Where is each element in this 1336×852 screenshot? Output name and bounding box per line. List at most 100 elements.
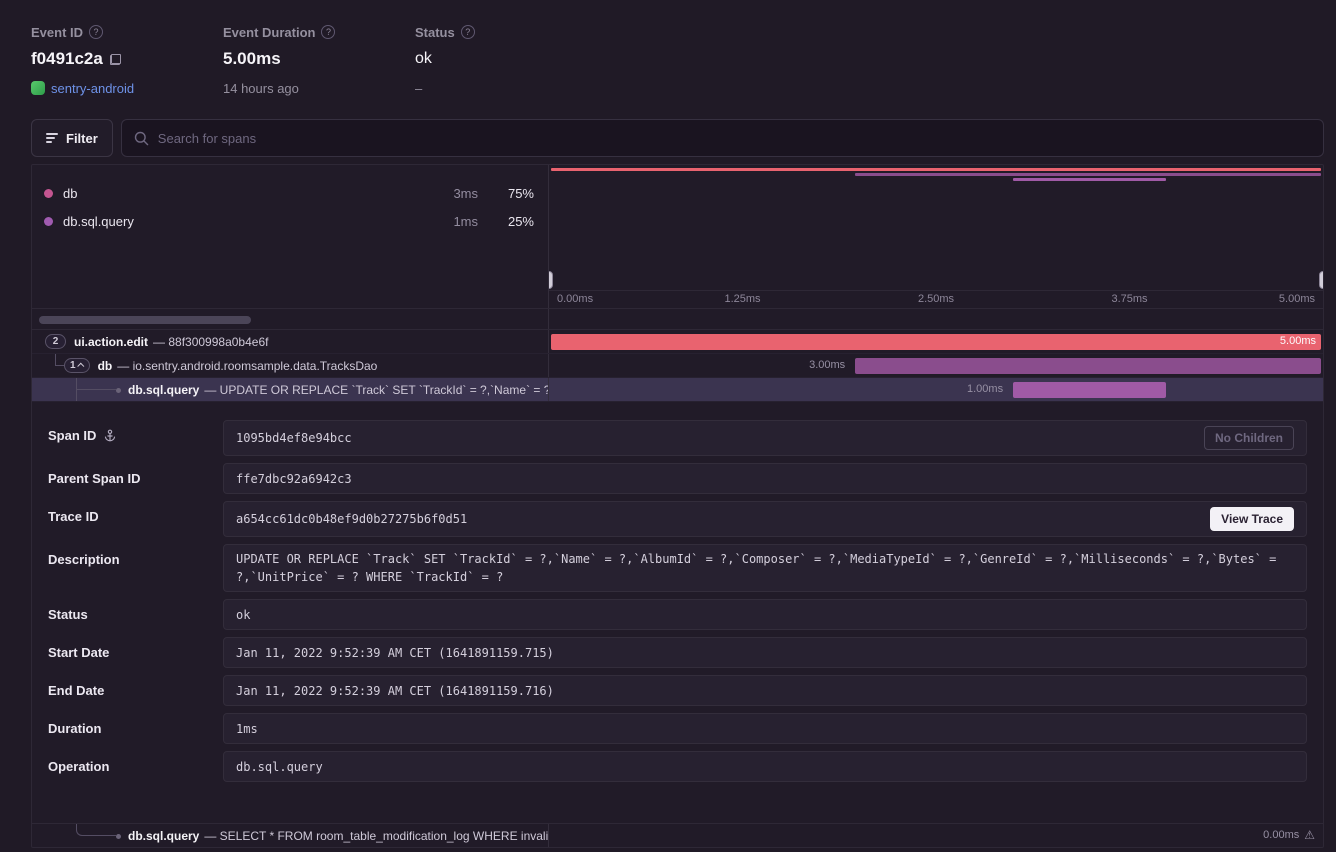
status-value: ok	[415, 50, 432, 68]
detail-label: Operation	[48, 759, 109, 774]
axis-tick: 3.75ms	[1111, 293, 1147, 305]
event-duration-block: Event Duration ? 5.00ms 14 hours ago	[223, 24, 415, 97]
op-duration: 3ms	[453, 186, 478, 201]
anchor-icon[interactable]	[103, 429, 117, 443]
filter-button-label: Filter	[66, 131, 98, 146]
axis-tick: 5.00ms	[1279, 293, 1315, 305]
detail-value: ffe7dbc92a6942c3	[223, 463, 1307, 494]
span-op: ui.action.edit	[74, 335, 148, 349]
span-description: — SELECT * FROM room_table_modification_…	[204, 829, 549, 843]
event-header: Event ID ? f0491c2a sentry-android Event…	[0, 0, 1336, 97]
event-duration-value: 5.00ms	[223, 49, 281, 69]
start-date-value: Jan 11, 2022 9:52:39 AM CET (1641891159.…	[236, 644, 1294, 662]
status-sub: –	[415, 81, 422, 96]
project-link[interactable]: sentry-android	[51, 81, 134, 96]
detail-row-trace-id: Trace ID a654cc61dc0b48ef9d0b27275b6f0d5…	[48, 501, 1307, 537]
tree-connector	[76, 378, 116, 390]
tree-connector	[76, 824, 116, 836]
trace-view: db 3ms 75% db.sql.query 1ms 25%	[31, 164, 1324, 848]
legend-item-db-sql-query[interactable]: db.sql.query 1ms 25%	[32, 207, 548, 235]
detail-value: a654cc61dc0b48ef9d0b27275b6f0d51 View Tr…	[223, 501, 1307, 537]
status-detail-value: ok	[236, 606, 1294, 624]
minimap-chart[interactable]	[549, 165, 1323, 290]
end-date-value: Jan 11, 2022 9:52:39 AM CET (1641891159.…	[236, 682, 1294, 700]
minimap-drag-handle-left[interactable]	[549, 271, 553, 289]
minimap-drag-handle-right[interactable]	[1319, 271, 1323, 289]
trace-id-value: a654cc61dc0b48ef9d0b27275b6f0d51	[236, 510, 1210, 528]
span-duration-label: 0.00ms	[1263, 829, 1299, 841]
span-description: — UPDATE OR REPLACE `Track` SET `TrackId…	[204, 383, 549, 397]
span-row-db-sql-query-footer[interactable]: db.sql.query — SELECT * FROM room_table_…	[32, 823, 1323, 847]
span-search[interactable]	[121, 119, 1324, 157]
duration-value: 1ms	[236, 720, 1294, 738]
op-name: db	[63, 186, 443, 201]
scrollbar-track[interactable]	[32, 309, 549, 329]
detail-value: 1095bd4ef8e94bcc No Children	[223, 420, 1307, 456]
span-duration-label: 1.00ms	[967, 383, 1003, 395]
span-bar[interactable]	[551, 334, 1320, 350]
span-bar[interactable]	[855, 358, 1321, 374]
minimap-chart-area: 0.00ms 1.25ms 2.50ms 3.75ms 5.00ms	[549, 165, 1323, 308]
span-row-ui-action-edit[interactable]: 2 ui.action.edit — 88f300998a0b4e6f 5.00…	[32, 330, 1323, 354]
axis-tick: 2.50ms	[918, 293, 954, 305]
filter-icon	[46, 133, 58, 143]
status-block: Status ? ok –	[415, 24, 575, 97]
span-bar[interactable]	[1013, 382, 1165, 398]
detail-label: Start Date	[48, 645, 109, 660]
op-name: db.sql.query	[63, 214, 443, 229]
detail-row-parent-span-id: Parent Span ID ffe7dbc92a6942c3	[48, 463, 1307, 494]
span-row-db-sql-query[interactable]: db.sql.query — UPDATE OR REPLACE `Track`…	[32, 378, 1323, 402]
event-id-value: f0491c2a	[31, 49, 103, 69]
warning-icon: ⚠	[1304, 828, 1315, 842]
help-icon[interactable]: ?	[461, 25, 475, 39]
op-percent: 25%	[498, 214, 534, 229]
minimap-span-bar	[551, 168, 1320, 171]
span-op: db.sql.query	[128, 383, 199, 397]
operation-value: db.sql.query	[236, 758, 1294, 776]
event-duration-label: Event Duration	[223, 25, 315, 40]
detail-label: Span ID	[48, 428, 96, 443]
tree-node-dot	[116, 388, 121, 393]
detail-value: UPDATE OR REPLACE `Track` SET `TrackId` …	[223, 544, 1307, 592]
legend-item-db[interactable]: db 3ms 75%	[32, 179, 548, 207]
span-children-count: 1	[70, 360, 76, 371]
span-details-panel: Span ID 1095bd4ef8e94bcc No Children Par…	[32, 402, 1323, 782]
detail-row-duration: Duration 1ms	[48, 713, 1307, 744]
filter-button[interactable]: Filter	[31, 119, 113, 157]
span-row-db[interactable]: 1 db — io.sentry.android.roomsample.data…	[32, 354, 1323, 378]
tree-node-dot	[116, 834, 121, 839]
detail-row-description: Description UPDATE OR REPLACE `Track` SE…	[48, 544, 1307, 592]
span-expand-badge[interactable]: 1	[64, 358, 90, 373]
span-list-scrollbar-row	[32, 308, 1323, 330]
op-color-dot	[44, 217, 53, 226]
parent-span-id-value: ffe7dbc92a6942c3	[236, 470, 1294, 488]
detail-value: 1ms	[223, 713, 1307, 744]
detail-label: Description	[48, 552, 120, 567]
detail-row-start-date: Start Date Jan 11, 2022 9:52:39 AM CET (…	[48, 637, 1307, 668]
help-icon[interactable]: ?	[321, 25, 335, 39]
span-duration-label: 5.00ms	[1280, 335, 1316, 347]
span-id-value: 1095bd4ef8e94bcc	[236, 429, 1204, 447]
project-icon	[31, 81, 45, 95]
span-description: — io.sentry.android.roomsample.data.Trac…	[117, 359, 377, 373]
op-percent: 75%	[498, 186, 534, 201]
view-trace-button[interactable]: View Trace	[1210, 507, 1294, 531]
chevron-up-icon	[77, 363, 84, 370]
ops-breakdown: db 3ms 75% db.sql.query 1ms 25%	[32, 165, 549, 308]
spans-toolbar: Filter	[31, 119, 1324, 157]
search-input[interactable]	[158, 131, 1311, 146]
detail-value: ok	[223, 599, 1307, 630]
event-age: 14 hours ago	[223, 81, 299, 96]
spacer	[32, 789, 1323, 823]
copy-icon[interactable]	[110, 54, 121, 65]
detail-label: End Date	[48, 683, 104, 698]
minimap-span-bar	[855, 173, 1321, 176]
event-id-block: Event ID ? f0491c2a sentry-android	[31, 24, 223, 97]
span-children-badge[interactable]: 2	[45, 334, 66, 349]
detail-label: Status	[48, 607, 88, 622]
detail-row-operation: Operation db.sql.query	[48, 751, 1307, 782]
scrollbar-thumb[interactable]	[39, 316, 251, 324]
axis-tick: 1.25ms	[724, 293, 760, 305]
help-icon[interactable]: ?	[89, 25, 103, 39]
detail-label: Trace ID	[48, 509, 99, 524]
